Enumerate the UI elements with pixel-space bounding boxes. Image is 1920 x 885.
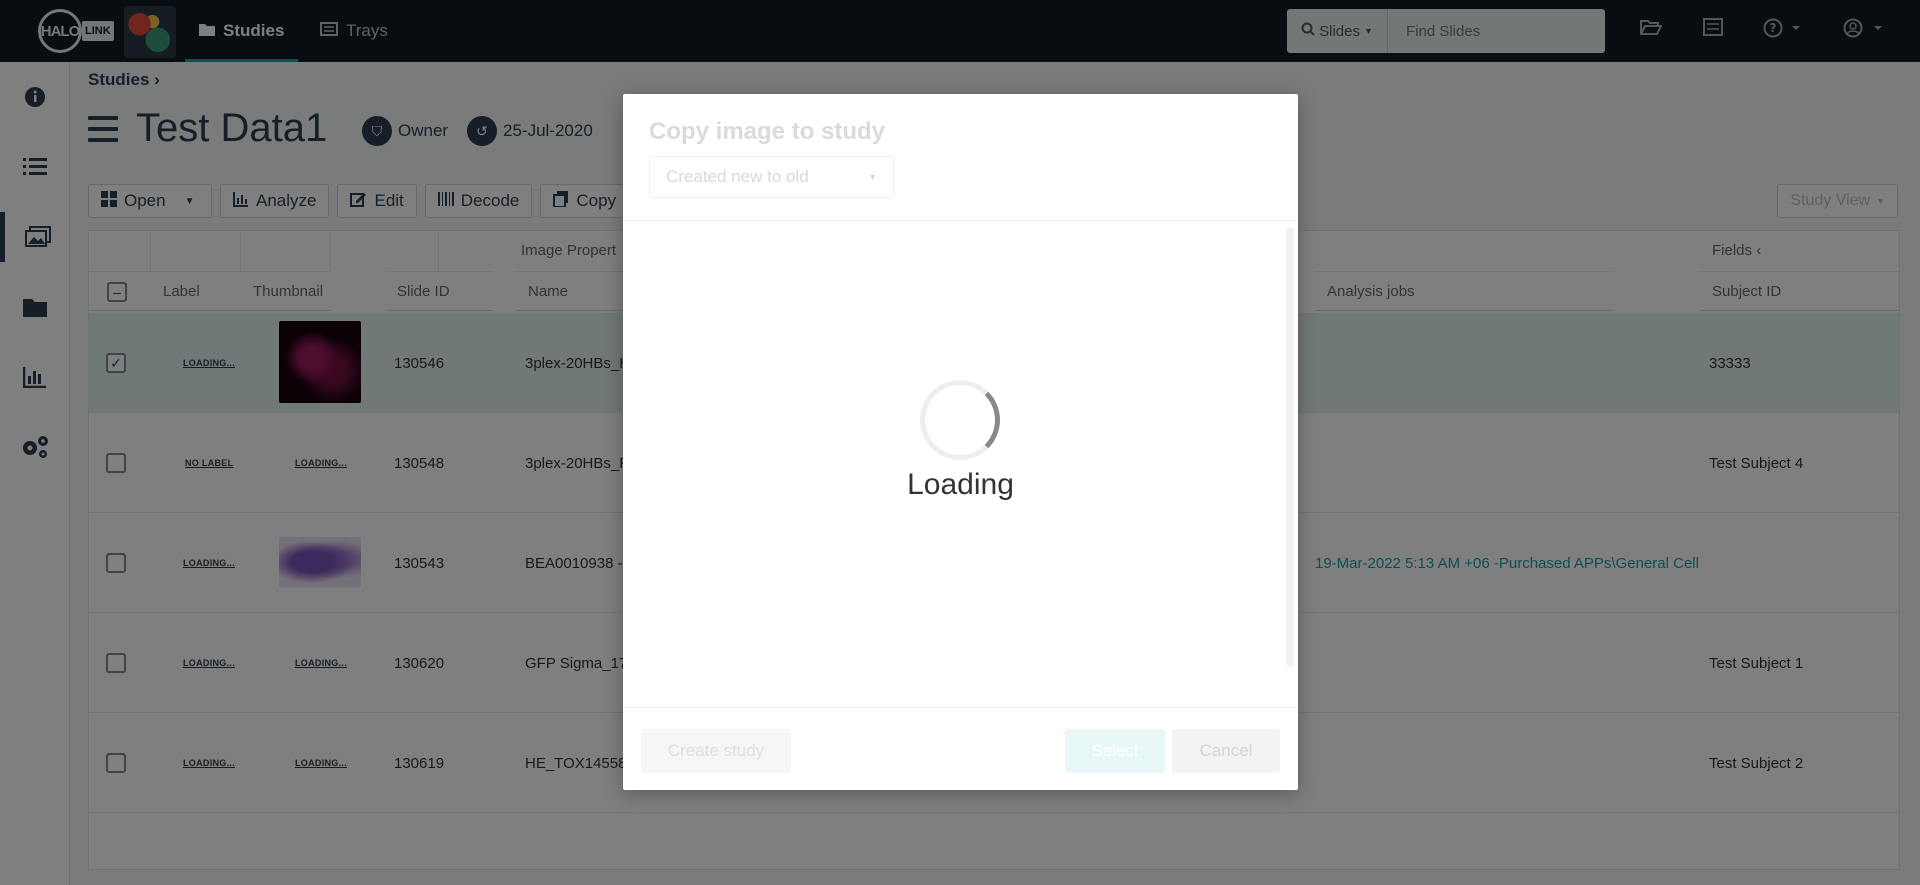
copy-image-modal: Copy image to study Created new to old ▼… <box>623 94 1298 790</box>
loading-text: Loading <box>907 468 1014 501</box>
create-study-button[interactable]: Create study <box>641 729 791 773</box>
sort-order-select[interactable]: Created new to old ▼ <box>649 156 894 198</box>
loading-spinner-icon <box>920 380 1000 460</box>
modal-footer: Create study Select Cancel <box>623 707 1298 790</box>
select-button[interactable]: Select <box>1065 729 1165 773</box>
modal-body <box>623 221 1298 707</box>
caret-down-icon: ▼ <box>868 172 877 182</box>
modal-scrollbar[interactable] <box>1286 227 1294 667</box>
sort-order-value: Created new to old <box>666 167 809 186</box>
cancel-button[interactable]: Cancel <box>1172 729 1280 773</box>
modal-title: Copy image to study <box>649 118 886 145</box>
